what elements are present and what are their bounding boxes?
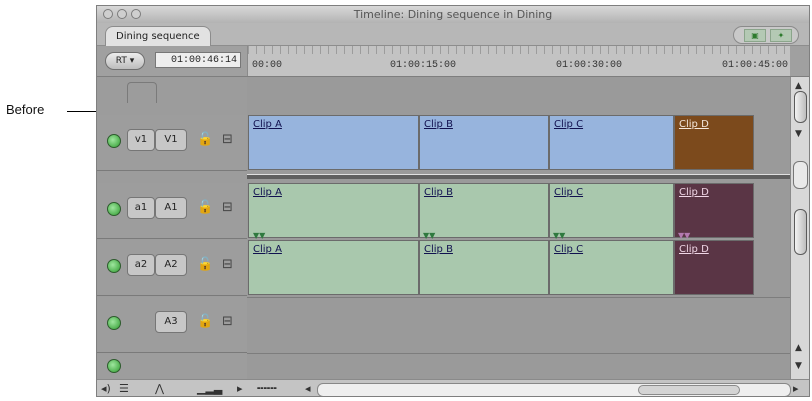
title-bar: Timeline: Dining sequence in Dining [97,6,809,24]
stereo-link-icon: ▼▼ [678,231,691,240]
track-header-column: v1 V1 🔓 ⊟ a1 A1 🔓 ⊟ a2 A2 🔓 ⊟ A3 🔓 ⊟ [97,77,247,379]
track-enable-icon[interactable] [107,134,121,148]
lock-icon[interactable]: 🔓 [197,314,213,329]
clip-a1-a[interactable]: Clip A [248,183,419,238]
timeline-bottom-bar: ◂) ☰ ⋀ ▁▂▃ ▸ ╍╍╍ ◂ ▸ [97,379,809,396]
audio-controls-icon[interactable]: ◂) [101,382,111,395]
timeline-header: RT ▾ 01:00:46:14 00:00 01:00:15:00 01:00… [97,46,809,77]
monitor-icon[interactable]: ⊟ [222,200,233,215]
rt-label: RT [115,56,127,66]
destination-control-a3[interactable]: A3 [155,311,187,333]
clip-v1-c[interactable]: Clip C [549,115,674,170]
track-enable-icon[interactable] [107,259,121,273]
track-enable-icon[interactable] [107,359,121,373]
horizontal-scrollbar[interactable] [317,383,791,396]
clip-a2-b[interactable]: Clip B [419,240,549,295]
audio-scroll-knob[interactable] [794,209,807,255]
window-title: Timeline: Dining sequence in Dining [353,8,553,21]
zoom-slider[interactable]: ╍╍╍ [257,382,277,395]
track-content-area: Clip A Clip B Clip C Clip D Clip A Clip … [247,77,809,379]
stereo-link-icon: ▼▼ [553,231,566,240]
timeline-window: Timeline: Dining sequence in Dining Dini… [96,5,810,397]
vertical-scrollbar[interactable]: ▲ ▼ ▲ ▼ [790,77,809,379]
time-ruler[interactable]: 00:00 01:00:15:00 01:00:30:00 01:00:45:0… [247,46,790,76]
timecode-field[interactable]: 01:00:46:14 [155,52,241,68]
arrow-right-icon[interactable]: ▸ [237,382,243,395]
arrow-down-icon[interactable]: ▼ [795,129,802,139]
track-header-a3: A3 🔓 ⊟ [97,297,247,353]
clip-a2-c[interactable]: Clip C [549,240,674,295]
monitor-icon[interactable]: ⊟ [222,314,233,329]
tab-row: Dining sequence ▣ ✦ [97,23,809,46]
arrow-down-icon[interactable]: ▼ [795,361,802,371]
empty-video-area [247,77,790,115]
ruler-label-1: 01:00:15:00 [390,60,457,71]
ruler-label-2: 01:00:30:00 [556,60,623,71]
track-height-icon[interactable]: ☰ [119,382,129,395]
video-scroll-knob[interactable] [794,91,807,123]
divider-handle[interactable] [793,161,808,189]
monitor-icon[interactable]: ⊟ [222,132,233,147]
clip-v1-a[interactable]: Clip A [248,115,419,170]
tab-dining-sequence[interactable]: Dining sequence [105,26,211,46]
callout-line [67,111,96,112]
source-control-a1[interactable]: a1 [127,197,155,219]
track-enable-icon[interactable] [107,202,121,216]
lock-icon[interactable]: 🔓 [197,257,213,272]
horizontal-scroll-knob[interactable] [638,385,740,395]
track-header-a1: a1 A1 🔓 ⊟ [97,183,247,239]
clip-a2-a[interactable]: Clip A [248,240,419,295]
track-header-a2: a2 A2 🔓 ⊟ [97,240,247,296]
track-header-empty [97,353,247,379]
destination-control-v1[interactable]: V1 [155,129,187,151]
clip-a2-d[interactable]: Clip D [674,240,754,295]
arrow-right-icon[interactable]: ▸ [793,382,799,395]
lock-icon[interactable]: 🔓 [197,132,213,147]
track-divider [247,297,790,298]
snapping-button[interactable]: ▣ [744,29,766,42]
lock-icon[interactable]: 🔓 [197,200,213,215]
track-size-icon[interactable]: ▁▂▃ [197,382,222,395]
clip-a1-c[interactable]: Clip C [549,183,674,238]
rt-menu-button[interactable]: RT ▾ [105,52,145,70]
source-control-v1[interactable]: v1 [127,129,155,151]
ruler-label-0: 00:00 [252,60,283,71]
monitor-icon[interactable]: ⊟ [222,257,233,272]
video-audio-divider[interactable] [247,174,809,179]
clip-v1-b[interactable]: Clip B [419,115,549,170]
linking-button[interactable]: ✦ [770,29,792,42]
arrow-left-icon[interactable]: ◂ [305,382,311,395]
stereo-link-icon: ▼▼ [423,231,436,240]
track-header-v1: v1 V1 🔓 ⊟ [97,115,247,171]
destination-control-a1[interactable]: A1 [155,197,187,219]
clip-a1-d[interactable]: Clip D [674,183,754,238]
arrow-up-icon[interactable]: ▲ [795,343,802,353]
before-callout-label: Before [6,102,45,117]
track-divider [247,353,790,354]
ruler-ticks [248,46,790,54]
clip-overlays-icon[interactable]: ⋀ [155,382,164,395]
destination-control-a2[interactable]: A2 [155,254,187,276]
clip-v1-d[interactable]: Clip D [674,115,754,170]
snapping-linking-controls: ▣ ✦ [733,26,799,44]
stereo-link-icon: ▼▼ [253,231,266,240]
ruler-label-3: 01:00:45:00 [722,60,789,71]
auto-select-marker [127,82,157,103]
clip-a1-b[interactable]: Clip B [419,183,549,238]
track-enable-icon[interactable] [107,316,121,330]
source-control-a2[interactable]: a2 [127,254,155,276]
arrow-up-icon[interactable]: ▲ [795,81,802,91]
